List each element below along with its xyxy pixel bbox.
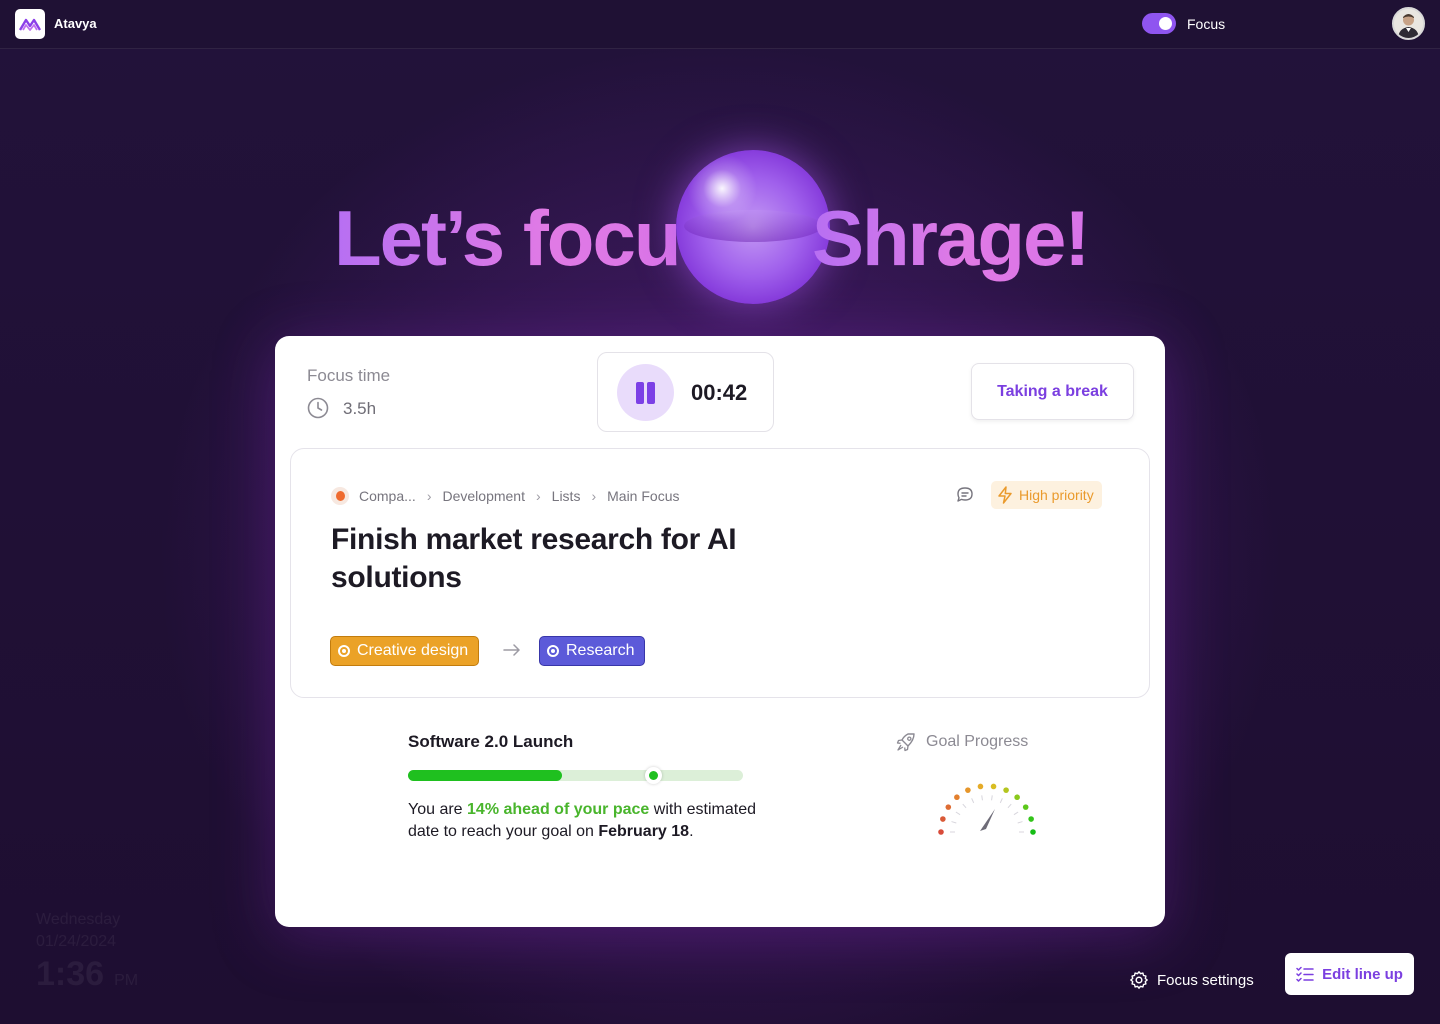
chevron-right-icon: › [426, 488, 432, 504]
edit-line-up-label: Edit line up [1322, 965, 1403, 983]
taking-break-button[interactable]: Taking a break [971, 363, 1134, 420]
goal-text-before: You are [408, 801, 468, 818]
toggle-knob [1159, 17, 1172, 30]
gauge-tick [955, 811, 961, 816]
breadcrumb-item[interactable]: Lists [552, 488, 581, 504]
orb-band [684, 210, 822, 242]
focus-settings-button[interactable]: Focus settings [1129, 970, 1254, 990]
goal-date: February 18 [598, 823, 690, 840]
gauge-needle [980, 809, 995, 831]
company-icon [331, 487, 349, 505]
gauge-dot [1014, 794, 1020, 801]
gauge-dot [945, 804, 952, 810]
gear-icon [1130, 971, 1148, 989]
chevron-right-icon: › [591, 488, 597, 504]
focus-time-label: Focus time [307, 366, 391, 385]
pause-icon [636, 382, 644, 404]
gauge-dot [965, 787, 971, 793]
clock-time: 1:36 PM [36, 955, 138, 994]
gauge-dot [977, 783, 984, 790]
clock-ampm: PM [114, 972, 139, 989]
goal-name: Software 2.0 Launch [408, 732, 574, 751]
gauge-tick [999, 798, 1003, 804]
timer-value: 00:42 [691, 380, 748, 405]
gauge-tick [951, 821, 957, 824]
pause-button[interactable] [617, 364, 674, 421]
lightning-icon [998, 486, 1012, 504]
hero-greeting: Let’s focus [334, 194, 723, 282]
gauge-tick [1013, 811, 1019, 816]
gauge-tick [1017, 821, 1023, 824]
tag-label: Creative design [357, 642, 469, 659]
pace-marker [644, 767, 662, 784]
goal-description: You are 14% ahead of your pace with esti… [408, 799, 788, 843]
gauge-tick [991, 795, 993, 801]
clock-icon [307, 397, 329, 419]
tag-creative-design[interactable]: Creative design [330, 636, 480, 666]
radio-dot-icon [338, 645, 350, 657]
goal-progress-fill [408, 770, 563, 781]
timer-box: 00:42 [597, 352, 774, 432]
top-bar: Atavya Focus [0, 0, 1440, 49]
edit-line-up-button[interactable]: Edit line up [1285, 953, 1414, 995]
goal-progress-bar [408, 767, 743, 784]
focus-orb [676, 150, 830, 304]
goal-text-end: . [689, 823, 694, 840]
focus-toggle-label: Focus [1187, 16, 1226, 32]
chevron-right-icon: › [535, 488, 541, 504]
goal-highlight: 14% ahead of your pace [467, 801, 650, 818]
arrow-right-icon [503, 644, 520, 656]
clock-day: Wednesday [36, 911, 121, 928]
logo-icon [19, 18, 41, 31]
gauge-dot [938, 829, 944, 835]
user-avatar[interactable] [1392, 7, 1425, 40]
task-card: Compa... › Development › Lists › Main Fo… [290, 448, 1150, 698]
goal-gauge [938, 783, 1036, 835]
gauge-tick [962, 803, 967, 809]
avatar-icon [1394, 9, 1423, 38]
gauge-tick [971, 798, 975, 804]
gauge-dot [990, 783, 997, 790]
hero-name: Shrage! [812, 194, 1090, 282]
priority-badge[interactable]: High priority [991, 481, 1102, 509]
breadcrumb-item[interactable]: Main Focus [607, 488, 679, 504]
app-name: Atavya [54, 16, 97, 31]
radio-dot-icon [547, 645, 559, 657]
gauge-dot [1030, 829, 1036, 835]
breadcrumb-item[interactable]: Development [442, 488, 525, 504]
focus-toggle[interactable] [1142, 13, 1176, 34]
tag-research[interactable]: Research [539, 636, 646, 666]
breadcrumb-item[interactable]: Compa... [359, 488, 416, 504]
checklist-icon [1296, 966, 1314, 982]
goal-progress-label: Goal Progress [926, 733, 1029, 750]
priority-label: High priority [1019, 487, 1094, 503]
gauge-dot [940, 816, 946, 822]
task-title: Finish market research for AI solutions [331, 523, 737, 594]
gauge-dot [1028, 816, 1034, 822]
tag-label: Research [566, 642, 635, 659]
focus-time-value: 3.5h [343, 399, 377, 418]
clock-time-value: 1:36 [36, 955, 105, 993]
app-logo[interactable] [15, 9, 45, 39]
desktop-clock: Wednesday 01/24/2024 1:36 PM [36, 911, 138, 994]
focus-card: Focus time 3.5h 00:42 Taking a break Com… [275, 336, 1165, 927]
gauge-dot [954, 794, 960, 801]
clock-date: 01/24/2024 [36, 933, 117, 950]
gauge-dot [1003, 787, 1009, 793]
gauge-dot [1022, 804, 1029, 810]
gauge-tick [981, 795, 983, 801]
focus-settings-label: Focus settings [1157, 971, 1254, 989]
pause-icon [647, 382, 655, 404]
gauge-tick [1007, 803, 1012, 809]
comments-icon[interactable] [955, 485, 975, 505]
breadcrumb: Compa... › Development › Lists › Main Fo… [331, 486, 679, 506]
rocket-icon [896, 733, 915, 752]
